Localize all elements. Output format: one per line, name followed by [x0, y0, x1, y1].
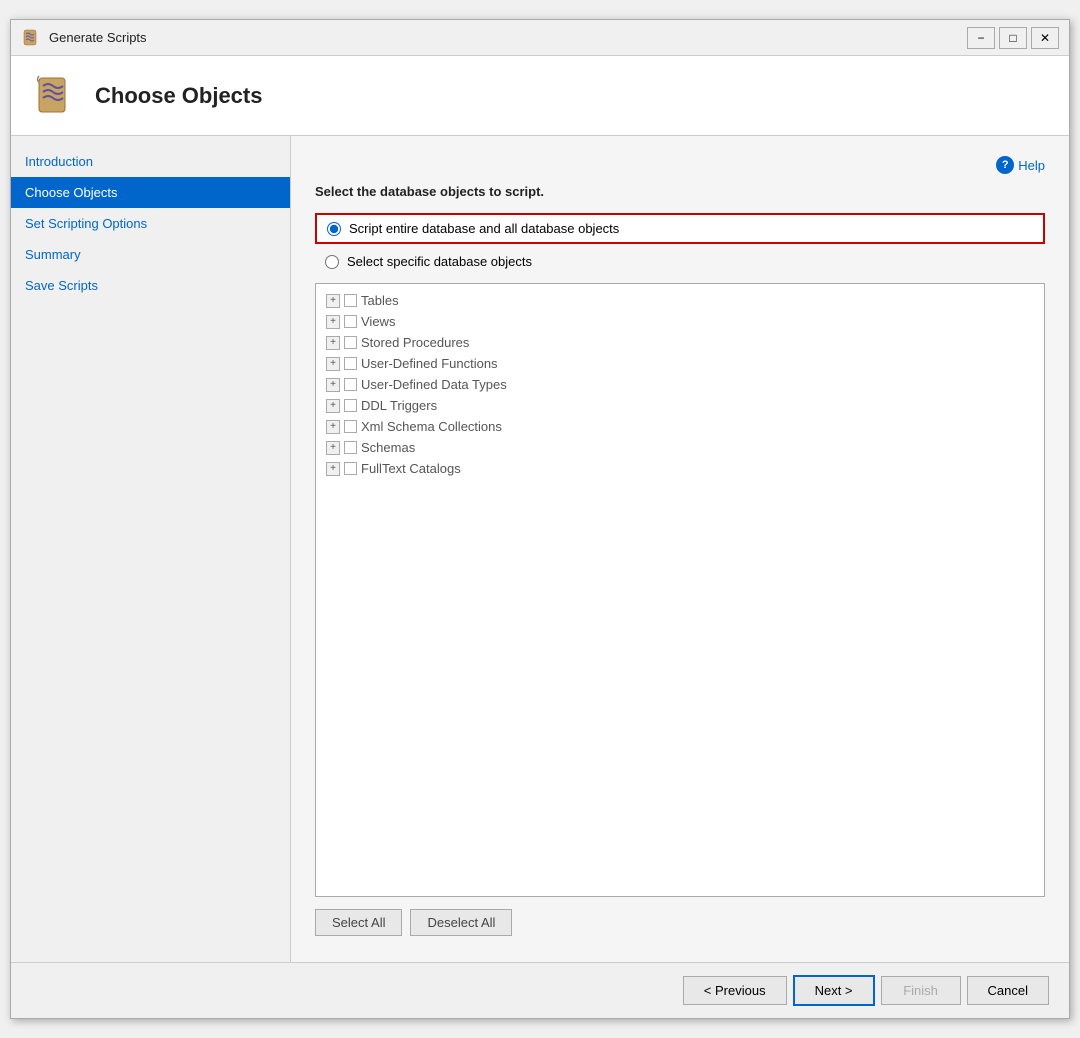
app-icon: [21, 28, 41, 48]
checkbox-tables[interactable]: [344, 294, 357, 307]
radio-option-entire-db[interactable]: Script entire database and all database …: [315, 213, 1045, 244]
restore-button[interactable]: □: [999, 27, 1027, 49]
tree-item-user-defined-data-types[interactable]: + User-Defined Data Types: [320, 374, 1040, 395]
checkbox-ddl-triggers[interactable]: [344, 399, 357, 412]
radio-specific-db[interactable]: [325, 255, 339, 269]
tree-item-ddl-triggers[interactable]: + DDL Triggers: [320, 395, 1040, 416]
expand-fulltext-catalogs[interactable]: +: [326, 462, 340, 476]
sidebar-item-choose-objects[interactable]: Choose Objects: [11, 177, 290, 208]
finish-button[interactable]: Finish: [881, 976, 961, 1005]
checkbox-stored-procedures[interactable]: [344, 336, 357, 349]
expand-stored-procedures[interactable]: +: [326, 336, 340, 350]
checkbox-udf[interactable]: [344, 357, 357, 370]
help-icon: ?: [996, 156, 1014, 174]
checkbox-schemas[interactable]: [344, 441, 357, 454]
checkbox-views[interactable]: [344, 315, 357, 328]
expand-udf[interactable]: +: [326, 357, 340, 371]
expand-tables[interactable]: +: [326, 294, 340, 308]
title-bar-left: Generate Scripts: [21, 28, 147, 48]
previous-button[interactable]: < Previous: [683, 976, 787, 1005]
checkbox-xml-schema[interactable]: [344, 420, 357, 433]
help-link[interactable]: ? Help: [996, 156, 1045, 174]
next-button[interactable]: Next >: [793, 975, 875, 1006]
deselect-all-button[interactable]: Deselect All: [410, 909, 512, 936]
cancel-button[interactable]: Cancel: [967, 976, 1049, 1005]
checkbox-uddt[interactable]: [344, 378, 357, 391]
main-window: Generate Scripts − □ ✕ Choose Objects In…: [10, 19, 1070, 1019]
object-tree[interactable]: + Tables + Views + Stored Procedures +: [315, 283, 1045, 897]
header-section: Choose Objects: [11, 56, 1069, 136]
expand-views[interactable]: +: [326, 315, 340, 329]
sidebar-item-set-scripting-options[interactable]: Set Scripting Options: [11, 208, 290, 239]
radio-option-specific[interactable]: Select specific database objects: [315, 254, 1045, 269]
tree-item-schemas[interactable]: + Schemas: [320, 437, 1040, 458]
tree-item-stored-procedures[interactable]: + Stored Procedures: [320, 332, 1040, 353]
content-area: Introduction Choose Objects Set Scriptin…: [11, 136, 1069, 962]
expand-schemas[interactable]: +: [326, 441, 340, 455]
sidebar-item-introduction[interactable]: Introduction: [11, 146, 290, 177]
tree-item-tables[interactable]: + Tables: [320, 290, 1040, 311]
title-buttons: − □ ✕: [967, 27, 1059, 49]
tree-item-fulltext-catalogs[interactable]: + FullText Catalogs: [320, 458, 1040, 479]
instruction-text: Select the database objects to script.: [315, 184, 1045, 199]
tree-item-xml-schema[interactable]: + Xml Schema Collections: [320, 416, 1040, 437]
checkbox-fulltext-catalogs[interactable]: [344, 462, 357, 475]
tree-item-user-defined-functions[interactable]: + User-Defined Functions: [320, 353, 1040, 374]
radio-entire-db[interactable]: [327, 222, 341, 236]
minimize-button[interactable]: −: [967, 27, 995, 49]
title-bar: Generate Scripts − □ ✕: [11, 20, 1069, 56]
select-all-button[interactable]: Select All: [315, 909, 402, 936]
window-title: Generate Scripts: [49, 30, 147, 45]
tree-item-views[interactable]: + Views: [320, 311, 1040, 332]
sidebar-item-save-scripts[interactable]: Save Scripts: [11, 270, 290, 301]
sidebar: Introduction Choose Objects Set Scriptin…: [11, 136, 291, 962]
close-button[interactable]: ✕: [1031, 27, 1059, 49]
page-title: Choose Objects: [95, 83, 262, 109]
selection-buttons: Select All Deselect All: [315, 909, 1045, 936]
sidebar-item-summary[interactable]: Summary: [11, 239, 290, 270]
expand-uddt[interactable]: +: [326, 378, 340, 392]
radio-group: Script entire database and all database …: [315, 213, 1045, 269]
expand-ddl-triggers[interactable]: +: [326, 399, 340, 413]
footer: < Previous Next > Finish Cancel: [11, 962, 1069, 1018]
main-panel: ? Help Select the database objects to sc…: [291, 136, 1069, 962]
expand-xml-schema[interactable]: +: [326, 420, 340, 434]
header-icon: [31, 72, 79, 120]
